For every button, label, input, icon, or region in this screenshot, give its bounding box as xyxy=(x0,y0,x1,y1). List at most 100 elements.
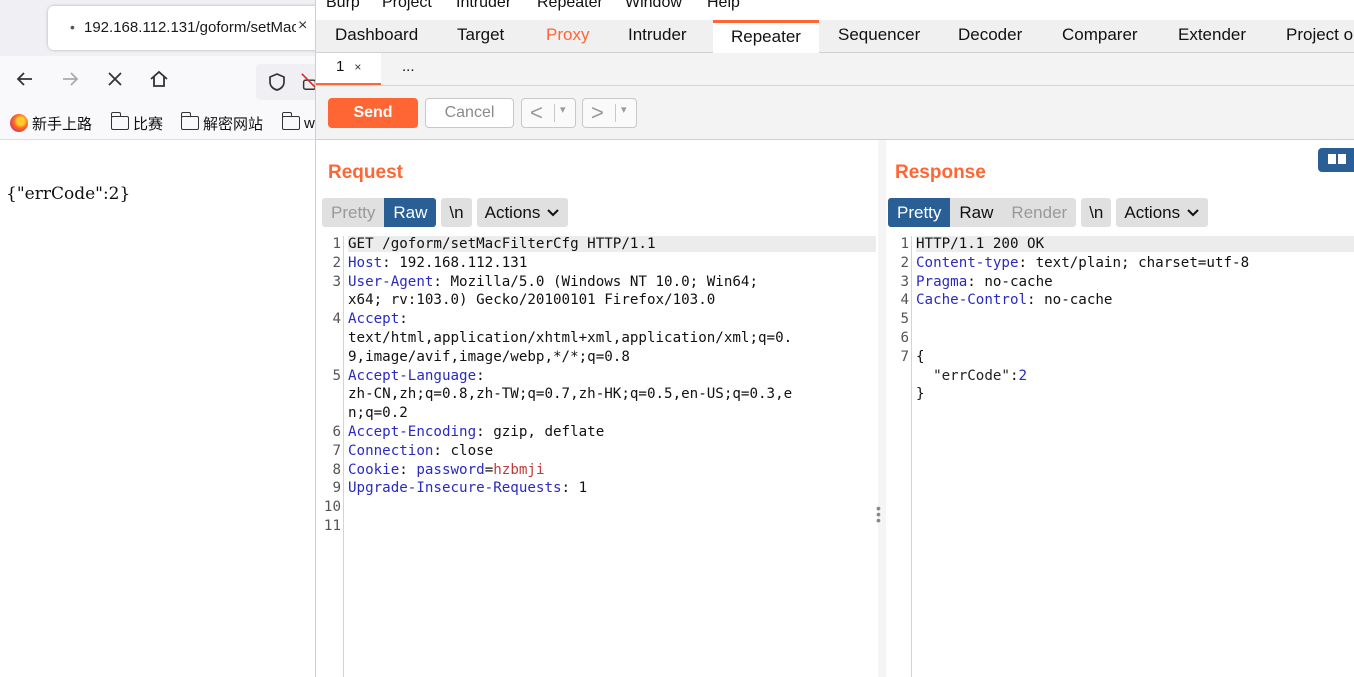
line-number: 1 xyxy=(900,236,909,252)
close-icon[interactable]: × xyxy=(354,60,361,74)
json-key: "errCode" xyxy=(916,367,1010,384)
code-line: Cookie: password=hzbmji xyxy=(348,462,544,478)
code-line: Accept-Encoding: gzip, deflate xyxy=(348,424,604,440)
header-colon: : xyxy=(433,442,442,459)
tab-close-icon[interactable]: × xyxy=(298,17,307,35)
bookmark-item[interactable]: 解密网站 xyxy=(180,112,263,133)
stop-button[interactable] xyxy=(102,68,128,94)
menu-repeater[interactable]: Repeater xyxy=(537,0,603,12)
code-line-wrapped: text/html,application/xhtml+xml,applicat… xyxy=(348,330,793,346)
line-number: 10 xyxy=(323,499,341,516)
cookie-name: password xyxy=(416,461,485,478)
code-line: Pragma: no-cache xyxy=(916,274,1053,290)
request-newline-toggle[interactable]: \n xyxy=(441,198,472,227)
line-number: 9 xyxy=(332,480,341,497)
menu-bar: Burp Project Intruder Repeater Window He… xyxy=(316,0,1354,16)
menu-project[interactable]: Project xyxy=(382,0,432,12)
code-line: Accept-Language: xyxy=(348,368,485,384)
line-number: 4 xyxy=(900,292,909,309)
burp-suite-window: Burp Project Intruder Repeater Window He… xyxy=(315,0,1354,677)
tab-dashboard[interactable]: Dashboard xyxy=(317,20,436,52)
history-back-button[interactable]: < ▾ xyxy=(521,98,576,128)
layout-toggle-icon[interactable] xyxy=(1318,148,1354,172)
folder-icon xyxy=(110,112,129,130)
tab-decoder[interactable]: Decoder xyxy=(940,20,1040,52)
tab-repeater[interactable]: Repeater xyxy=(713,20,819,53)
tab-project-options[interactable]: Project o xyxy=(1268,20,1354,52)
code-line: Host: 192.168.112.131 xyxy=(348,255,527,271)
request-raw-tab[interactable]: Raw xyxy=(384,198,437,227)
header-name: Host xyxy=(348,254,383,271)
header-name: Pragma xyxy=(916,273,968,290)
history-forward-button[interactable]: > ▾ xyxy=(582,98,637,128)
line-number: 4 xyxy=(332,311,341,328)
header-name: Upgrade-Insecure-Requests xyxy=(348,480,562,497)
response-raw-tab[interactable]: Raw xyxy=(950,198,1002,227)
send-button[interactable]: Send xyxy=(328,98,418,128)
request-actions-button[interactable]: Actions xyxy=(476,198,569,227)
browser-tab[interactable]: • 192.168.112.131/goform/setMacFilterCfg… xyxy=(48,6,328,50)
line-number: 7 xyxy=(900,348,909,365)
code-line-wrapped: 9,image/avif,image/webp,*/*;q=0.8 xyxy=(348,348,630,365)
line-number: 6 xyxy=(332,424,341,440)
repeater-toolbar: Send Cancel < ▾ > ▾ xyxy=(316,86,1354,140)
repeater-tab-1[interactable]: 1 × xyxy=(316,53,382,85)
header-colon: : xyxy=(399,461,408,478)
bookmark-item[interactable]: 比赛 xyxy=(110,112,163,133)
tab-sequencer[interactable]: Sequencer xyxy=(820,20,938,52)
home-button[interactable] xyxy=(146,68,172,94)
firefox-icon xyxy=(10,114,28,132)
bookmark-item[interactable]: 新手上路 xyxy=(10,113,92,133)
code-line-wrapped: x64; rv:103.0) Gecko/20100101 Firefox/10… xyxy=(348,292,716,309)
request-editor[interactable]: 1 GET /goform/setMacFilterCfg HTTP/1.1 2 Ho… xyxy=(316,236,876,677)
header-colon: : xyxy=(399,311,408,328)
tab-extender[interactable]: Extender xyxy=(1160,20,1264,52)
line-number: 6 xyxy=(900,330,909,346)
response-pretty-tab[interactable]: Pretty xyxy=(888,198,951,227)
line-number: 1 xyxy=(332,236,341,252)
repeater-tab-new[interactable]: ... xyxy=(382,53,435,85)
tab-comparer[interactable]: Comparer xyxy=(1044,20,1156,52)
drag-handle-icon[interactable]: • • • xyxy=(876,501,881,527)
json-colon: : xyxy=(1009,367,1019,384)
response-editor[interactable]: 1 HTTP/1.1 200 OK 2 Content-type: text/plai… xyxy=(884,236,1354,677)
code-line: GET /goform/setMacFilterCfg HTTP/1.1 xyxy=(348,236,876,252)
chevron-down-icon xyxy=(1187,208,1199,216)
menu-intruder[interactable]: Intruder xyxy=(456,0,511,12)
menu-help[interactable]: Help xyxy=(707,0,740,12)
browser-navbar xyxy=(0,56,336,106)
tab-intruder[interactable]: Intruder xyxy=(610,20,705,52)
line-number: 3 xyxy=(900,273,909,290)
request-title: Request xyxy=(328,162,403,183)
header-value: no-cache xyxy=(1035,292,1113,309)
header-value: 192.168.112.131 xyxy=(390,254,528,271)
tab-proxy[interactable]: Proxy xyxy=(528,20,607,52)
code-text: } xyxy=(916,386,925,403)
back-button[interactable] xyxy=(12,68,38,94)
cookie-value: hzbmji xyxy=(493,461,545,478)
bookmarks-bar: 新手上路 比赛 解密网站 w xyxy=(0,106,320,140)
arrow-left-icon xyxy=(16,72,32,86)
chevron-down-icon[interactable]: ▾ xyxy=(621,103,627,116)
header-colon: : xyxy=(967,273,976,290)
header-name: Connection xyxy=(348,442,434,459)
response-newline-toggle[interactable]: \n xyxy=(1081,198,1112,227)
header-name: Cookie xyxy=(348,461,400,478)
forward-button[interactable] xyxy=(57,68,83,94)
close-icon xyxy=(108,72,122,86)
chevron-left-icon: < xyxy=(530,100,543,125)
bookmark-item[interactable]: w xyxy=(281,112,315,133)
line-number: 2 xyxy=(332,254,341,271)
menu-burp[interactable]: Burp xyxy=(326,0,360,12)
chevron-down-icon[interactable]: ▾ xyxy=(560,103,566,116)
tab-loading-indicator: • xyxy=(70,19,75,35)
menu-window[interactable]: Window xyxy=(625,0,682,12)
header-value: Mozilla/5.0 (Windows NT 10.0; Win64; xyxy=(441,273,759,290)
header-name: User-Agent xyxy=(348,273,434,290)
request-pretty-tab[interactable]: Pretty xyxy=(322,198,384,227)
response-view-controls: Pretty Raw Render \n Actions xyxy=(888,198,1209,227)
response-render-tab[interactable]: Render xyxy=(1002,198,1076,227)
response-actions-button[interactable]: Actions xyxy=(1116,198,1209,227)
tab-target[interactable]: Target xyxy=(439,20,522,52)
cancel-button[interactable]: Cancel xyxy=(425,98,514,128)
